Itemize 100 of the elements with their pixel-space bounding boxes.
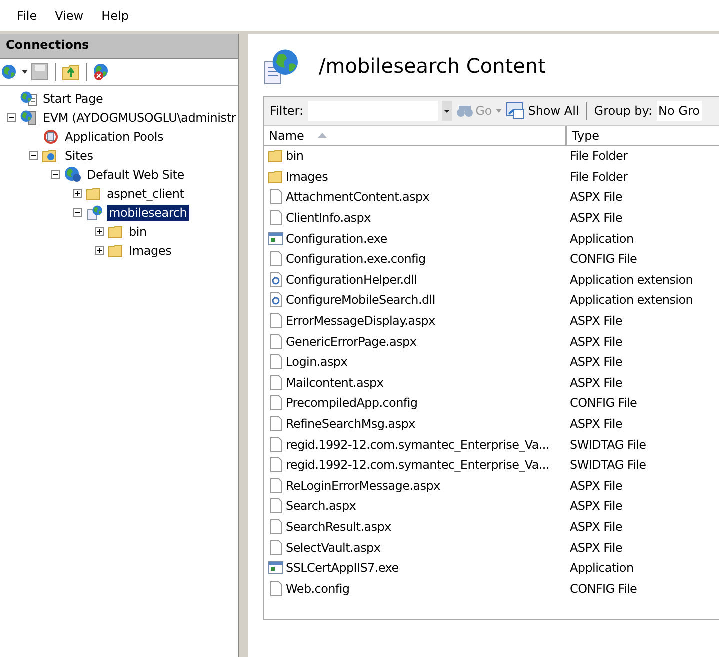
application-window-icon [268,230,284,247]
application-window-icon [268,560,284,576]
file-name[interactable]: AttachmentContent.aspx [286,190,430,204]
file-type: Application [570,561,634,576]
document-icon [268,374,284,391]
document-icon [268,313,284,330]
file-type: ASPX File [570,376,622,390]
tree-item[interactable]: Start Page [41,90,106,106]
file-type: CONFIG File [570,396,638,410]
document-icon [268,478,284,494]
collapse-icon[interactable] [51,170,60,179]
tree-item[interactable]: EVM (AYDOGMUSOGLU\administr [41,110,238,126]
tree-item[interactable]: Images [127,242,174,258]
file-name[interactable]: GenericErrorPage.aspx [286,334,417,349]
collapse-icon[interactable] [29,151,38,160]
file-type: Application extension [570,293,694,308]
column-header[interactable]: Name [264,126,567,145]
column-header[interactable]: Type [567,126,719,145]
file-type: ASPX File [570,520,622,534]
globe-server-icon [20,110,38,126]
globe-page-icon [20,90,38,106]
file-name[interactable]: ClientInfo.aspx [286,211,371,226]
document-icon [268,580,284,597]
file-name[interactable]: Configuration.exe [286,232,388,246]
globe-document-icon [86,204,104,220]
tree-item[interactable]: mobilesearch [107,204,190,220]
document-icon [268,416,284,432]
document-icon [268,518,284,535]
globe-connect-icon[interactable] [1,64,19,80]
folder-icon [86,186,102,202]
file-type: Application extension [570,272,694,287]
file-type: ASPX File [570,499,622,514]
file-name[interactable]: bin [286,149,304,164]
file-type: SWIDTAG File [570,458,646,472]
file-type: SWIDTAG File [570,438,646,452]
file-type: ASPX File [570,190,622,204]
dropdown-caret-icon[interactable] [22,70,28,74]
show-all-icon [506,102,526,120]
page-title: /mobilesearch Content [319,54,546,78]
file-type: CONFIG File [570,582,638,596]
tree-item[interactable]: Default Web Site [85,166,186,182]
document-icon [268,354,284,370]
file-type: ASPX File [570,478,622,493]
tree-item[interactable]: Sites [63,148,96,164]
document-icon [268,498,284,514]
file-type: ASPX File [570,211,622,226]
file-name[interactable]: Images [286,170,328,184]
folder-icon [108,224,124,240]
file-type: File Folder [570,149,628,164]
expand-icon[interactable] [95,227,104,236]
menu-item[interactable]: View [46,6,93,24]
file-type: ASPX File [570,334,622,349]
file-name[interactable]: RefineSearchMsg.aspx [286,417,416,432]
show-all-button[interactable]: Show All [506,102,580,120]
filter-label: Filter: [270,104,304,118]
file-name[interactable]: Mailcontent.aspx [286,376,384,390]
document-icon [268,189,284,206]
collapse-icon[interactable] [7,113,16,122]
file-name[interactable]: Search.aspx [286,499,356,514]
file-name[interactable]: regid.1992-12.com.symantec_Enterprise_Va... [286,458,550,472]
expand-icon[interactable] [95,246,104,255]
binoculars-icon [456,104,474,118]
folder-up-icon[interactable] [62,63,80,81]
file-type: File Folder [570,170,628,184]
file-type: ASPX File [570,417,622,432]
file-name[interactable]: SSLCertAppIIS7.exe [286,561,399,576]
document-icon [268,395,284,412]
document-icon [268,457,284,474]
file-name[interactable]: ConfigurationHelper.dll [286,272,418,287]
file-name[interactable]: ConfigureMobileSearch.dll [286,293,436,308]
file-name[interactable]: PrecompiledApp.config [286,396,418,410]
file-type: ASPX File [570,355,622,370]
document-icon [268,210,284,226]
tree-item[interactable]: bin [127,224,149,240]
folder-icon [108,242,124,258]
file-name[interactable]: SearchResult.aspx [286,520,392,534]
app-pool-icon [42,128,60,144]
sort-ascending-icon [318,133,328,138]
file-name[interactable]: SelectVault.aspx [286,540,381,555]
file-name[interactable]: Web.config [286,582,350,596]
document-icon [268,540,284,556]
menu-item[interactable]: File [8,6,46,24]
file-name[interactable]: ReLoginErrorMessage.aspx [286,478,440,493]
document-icon [268,334,284,350]
dropdown-caret-icon[interactable] [442,101,452,121]
document-icon [268,436,284,453]
tree-item[interactable]: Application Pools [63,128,166,144]
menu-item[interactable]: Help [92,6,138,24]
group-by-label: Group by: [594,104,653,118]
expand-icon[interactable] [73,189,82,198]
file-name[interactable]: ErrorMessageDisplay.aspx [286,314,436,328]
file-name[interactable]: Configuration.exe.config [286,252,426,266]
file-type: Application [570,232,634,246]
file-name[interactable]: Login.aspx [286,355,348,370]
tree-item[interactable]: aspnet_client [105,186,186,202]
file-name[interactable]: regid.1992-12.com.symantec_Enterprise_Va... [286,438,550,452]
document-icon [268,251,284,268]
globe-disconnect-icon[interactable] [93,63,111,81]
group-by-dropdown[interactable]: No Gro [656,101,702,121]
collapse-icon[interactable] [73,208,82,217]
